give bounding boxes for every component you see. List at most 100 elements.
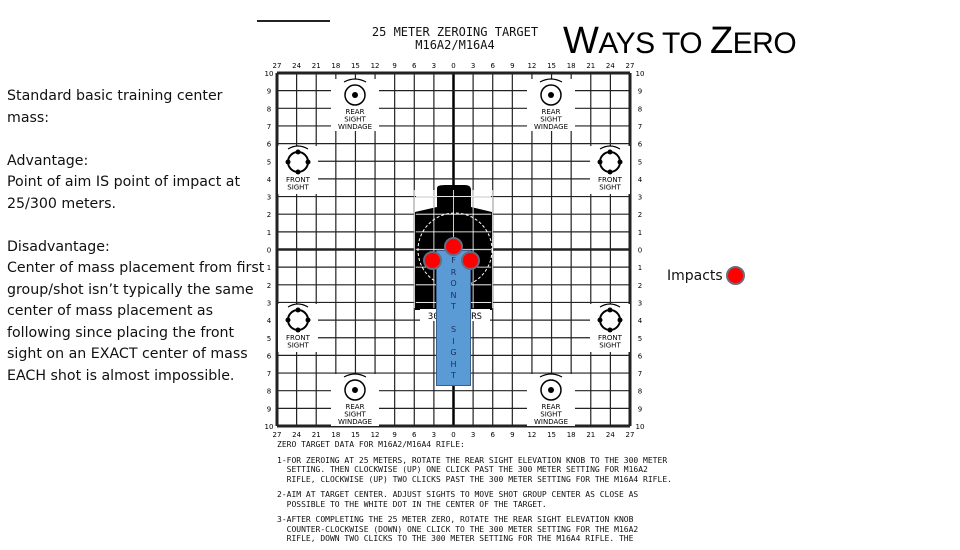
- row-label: 7: [638, 370, 642, 378]
- instruction-1: 1-FOR ZEROING AT 25 METERS, ROTATE THE R…: [277, 455, 672, 484]
- row-label: 4: [267, 176, 272, 184]
- row-label: 0: [267, 247, 271, 255]
- row-label: 7: [638, 123, 642, 131]
- front-sight-label: SIGHT: [287, 342, 309, 350]
- advantage-text: Point of aim IS point of impact at 25/30…: [7, 174, 241, 212]
- post-letter: S: [450, 325, 457, 334]
- row-label: 6: [638, 141, 643, 149]
- row-label: 8: [267, 105, 271, 113]
- post-letter: F: [451, 256, 456, 265]
- row-label: 10: [636, 423, 645, 431]
- front-sight-knob-icon: [599, 309, 621, 331]
- impact-dot: [461, 251, 480, 270]
- column-label: 3: [432, 431, 436, 439]
- rear-sight-label: WINDAGE: [338, 123, 372, 131]
- front-sight-notch: [617, 159, 623, 165]
- front-sight-notch: [617, 317, 623, 323]
- front-sight-notch: [305, 317, 311, 323]
- column-label: 15: [547, 431, 556, 439]
- row-label: 3: [267, 299, 271, 307]
- impacts-label: Impacts: [667, 267, 723, 284]
- column-label: 18: [567, 62, 576, 70]
- row-label: 8: [267, 388, 271, 396]
- rear-sight-label: WINDAGE: [338, 418, 372, 426]
- column-label: 3: [471, 431, 475, 439]
- heading-text: Standard basic training center mass:: [7, 88, 223, 126]
- column-label: 3: [432, 62, 436, 70]
- column-label: 24: [292, 431, 301, 439]
- front-sight-notch: [607, 149, 613, 155]
- front-sight-notch: [295, 169, 301, 175]
- post-letter: N: [450, 290, 457, 300]
- row-label: 2: [638, 211, 642, 219]
- column-label: 3: [471, 62, 475, 70]
- row-label: 3: [267, 194, 271, 202]
- column-label: 27: [626, 62, 635, 70]
- row-label: 6: [638, 352, 643, 360]
- column-label: 9: [392, 62, 396, 70]
- column-label: 0: [451, 431, 455, 439]
- left-text-panel: Standard basic training center mass: Adv…: [7, 86, 269, 409]
- column-label: 27: [626, 431, 635, 439]
- row-label: 9: [638, 88, 642, 96]
- front-sight-knob-icon: [287, 309, 309, 331]
- row-label: 9: [638, 405, 642, 413]
- front-sight-notch: [295, 327, 301, 333]
- rear-sight-label: WINDAGE: [534, 418, 568, 426]
- column-label: 18: [331, 431, 340, 439]
- instructions-heading: ZERO TARGET DATA FOR M16A2/M16A4 RIFLE:: [277, 440, 465, 449]
- column-label: 12: [527, 431, 536, 439]
- row-label: 10: [265, 70, 274, 78]
- row-label: 9: [267, 88, 271, 96]
- front-sight-notch: [295, 307, 301, 313]
- front-sight-notch: [285, 317, 291, 323]
- front-sight-knob-icon: [599, 151, 621, 173]
- column-label: 21: [586, 431, 595, 439]
- row-label: 8: [638, 105, 642, 113]
- column-label: 9: [510, 431, 514, 439]
- column-label: 9: [392, 431, 396, 439]
- impact-dot: [444, 237, 463, 256]
- front-sight-post: FRONT SIGHT: [436, 250, 471, 386]
- rear-sight-knob-icon: [352, 92, 358, 98]
- row-label: 2: [638, 282, 642, 290]
- front-sight-notch: [607, 327, 613, 333]
- row-label: 1: [638, 229, 642, 237]
- front-sight-notch: [607, 169, 613, 175]
- instruction-3: 3-AFTER COMPLETING THE 25 METER ZERO, RO…: [277, 515, 639, 543]
- front-sight-label: SIGHT: [287, 184, 309, 192]
- row-label: 6: [267, 141, 272, 149]
- column-label: 12: [371, 431, 380, 439]
- row-label: 1: [267, 264, 271, 272]
- row-label: 4: [638, 176, 643, 184]
- impact-dot-icon: [725, 266, 745, 285]
- row-label: 4: [267, 317, 272, 325]
- post-letter: I: [452, 336, 455, 346]
- front-sight-knob-icon: [287, 151, 309, 173]
- column-label: 27: [273, 431, 282, 439]
- front-sight-notch: [305, 159, 311, 165]
- row-label: 2: [267, 211, 271, 219]
- row-label: 5: [267, 335, 271, 343]
- post-letter: [452, 313, 455, 325]
- column-label: 12: [371, 62, 380, 70]
- column-label: 15: [547, 62, 556, 70]
- row-label: 8: [638, 388, 642, 396]
- disadvantage-text: Center of mass placement from first grou…: [7, 260, 265, 384]
- column-label: 0: [451, 62, 455, 70]
- row-label: 3: [638, 194, 642, 202]
- row-label: 10: [265, 423, 274, 431]
- column-label: 21: [312, 431, 321, 439]
- column-label: 6: [412, 62, 417, 70]
- post-letter: O: [450, 279, 457, 288]
- row-label: 9: [267, 405, 271, 413]
- row-label: 5: [267, 158, 271, 166]
- column-label: 9: [510, 62, 514, 70]
- column-label: 15: [351, 62, 360, 70]
- column-label: 21: [312, 62, 321, 70]
- column-label: 6: [490, 431, 495, 439]
- rear-sight-knob-icon: [548, 92, 554, 98]
- column-label: 18: [567, 431, 576, 439]
- instruction-2: 2-AIM AT TARGET CENTER. ADJUST SIGHTS TO…: [277, 490, 639, 509]
- column-label: 12: [527, 62, 536, 70]
